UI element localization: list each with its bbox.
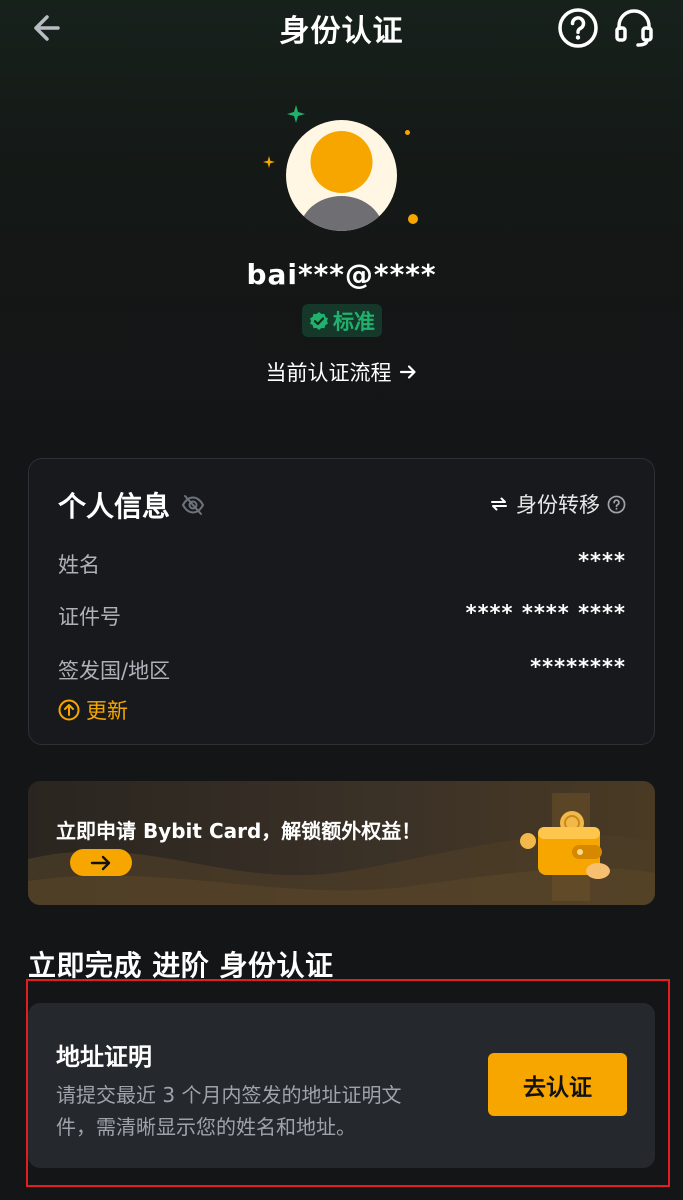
personal-info-header: 个人信息 (58, 485, 206, 525)
verification-level-badge: 标准 (302, 304, 382, 337)
personal-info-title: 个人信息 (58, 490, 171, 523)
flow-link-label: 当前认证流程 (265, 361, 392, 385)
bybit-card-banner[interactable]: 立即申请 Bybit Card，解锁额外权益！ (28, 781, 655, 905)
headset-icon (615, 9, 653, 47)
banner-apply-button[interactable] (70, 849, 132, 876)
current-verification-flow-link[interactable]: 当前认证流程 (0, 357, 683, 387)
update-label: 更新 (86, 699, 128, 723)
go-verify-button[interactable]: 去认证 (488, 1053, 627, 1116)
identity-transfer-link[interactable]: 身份转移 (489, 489, 626, 519)
swap-icon (491, 497, 507, 511)
eye-off-icon[interactable] (180, 492, 206, 518)
user-avatar-icon (299, 131, 384, 231)
address-proof-card: 地址证明 请提交最近 3 个月内签发的地址证明文件，需清晰显示您的姓名和地址。 … (28, 1003, 655, 1168)
help-button[interactable] (556, 6, 600, 50)
sparkle-icon (287, 105, 305, 123)
arrow-up-circle-icon (58, 699, 80, 721)
arrow-right-icon (90, 855, 111, 870)
verified-badge-icon (310, 311, 328, 330)
issuing-country-value: ******** (530, 655, 626, 679)
arrow-right-icon (399, 365, 416, 379)
username: bai***@**** (246, 258, 437, 291)
name-label: 姓名 (58, 553, 100, 577)
badge-label: 标准 (333, 309, 375, 334)
wallet-card-icon (520, 793, 610, 901)
sparkle-icon (263, 156, 275, 168)
question-circle-icon (558, 8, 598, 48)
question-circle-icon (607, 495, 626, 513)
customer-support-button[interactable] (612, 6, 656, 50)
transfer-label: 身份转移 (516, 493, 600, 517)
name-value: **** (578, 549, 626, 573)
address-proof-title: 地址证明 (56, 1043, 152, 1071)
avatar (286, 120, 397, 231)
id-number-value: **** **** **** (465, 601, 626, 625)
address-proof-description: 请提交最近 3 个月内签发的地址证明文件，需清晰显示您的姓名和地址。 (56, 1083, 402, 1139)
banner-text: 立即申请 Bybit Card，解锁额外权益！ (56, 819, 422, 843)
advanced-verification-title: 立即完成 进阶 身份认证 (28, 949, 334, 982)
issuing-country-label: 签发国/地区 (58, 659, 171, 683)
decor-dot (405, 130, 410, 135)
personal-info-card: 个人信息 身份转移 姓名 **** 证件号 **** **** **** 签发国… (28, 458, 655, 745)
update-button[interactable]: 更新 (58, 695, 128, 725)
id-number-label: 证件号 (58, 605, 121, 629)
decor-dot (408, 214, 418, 224)
